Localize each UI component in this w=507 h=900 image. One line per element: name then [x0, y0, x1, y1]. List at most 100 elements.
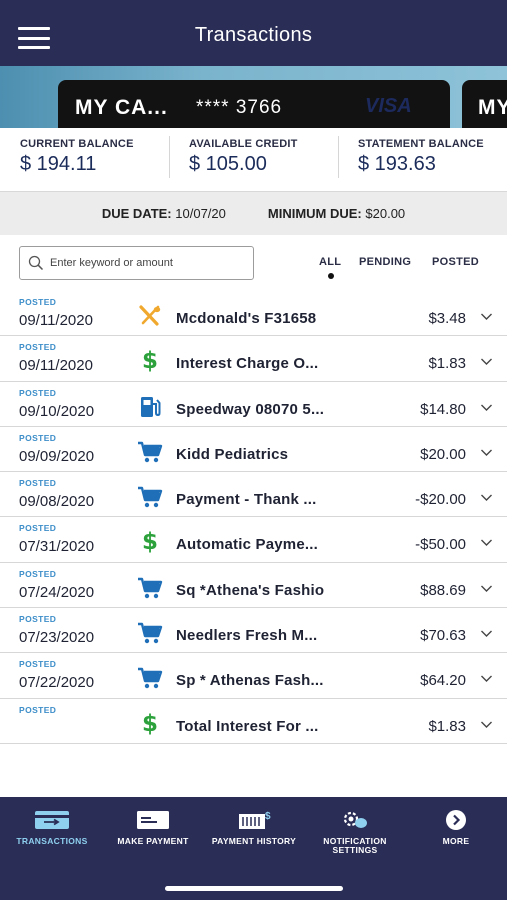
transaction-status: POSTED	[19, 659, 57, 670]
transaction-status: POSTED	[19, 568, 57, 579]
transaction-merchant: Speedway 08070 5...	[176, 400, 325, 418]
transaction-status: POSTED	[19, 478, 57, 489]
svg-text:$: $	[265, 811, 271, 822]
transaction-merchant: Automatic Payme...	[176, 536, 318, 554]
card-brand-logo: VISA	[365, 95, 412, 117]
transaction-date: 09/11/2020	[19, 312, 93, 329]
card-number: **** 3766	[196, 97, 283, 118]
search-box[interactable]	[19, 246, 254, 280]
current-balance-value: $ 194.11	[20, 153, 97, 175]
transaction-row[interactable]: POSTED 09/11/2020 Mcdonald's F31658 $3.48	[0, 291, 507, 337]
payment-history-icon: $	[239, 811, 271, 829]
transaction-row[interactable]: POSTED 09/11/2020 $ Interest Charge O... $1.…	[0, 336, 507, 382]
transaction-amount: $3.48	[428, 310, 466, 327]
nav-transactions[interactable]: TRANSACTIONS	[2, 809, 102, 846]
chevron-down-icon[interactable]	[480, 355, 493, 368]
balance-summary: CURRENT BALANCE $ 194.11 AVAILABLE CREDI…	[0, 128, 507, 191]
dollar-icon: $	[141, 529, 158, 556]
chevron-down-icon[interactable]	[480, 310, 493, 323]
statement-balance-label: STATEMENT BALANCE	[358, 138, 484, 150]
nav-label: PAYMENT HISTORY	[211, 836, 297, 846]
credit-card-next[interactable]: MY	[462, 80, 507, 128]
transaction-amount: $70.63	[420, 627, 466, 645]
nav-label: MAKE PAYMENT	[117, 836, 189, 846]
chevron-down-icon[interactable]	[480, 491, 493, 504]
current-balance: CURRENT BALANCE $ 194.11	[0, 128, 169, 191]
shopping-cart-icon	[136, 485, 164, 509]
transaction-date: 09/08/2020	[19, 493, 95, 511]
page-title: Transactions	[194, 24, 313, 46]
filter-tab-pending[interactable]: PENDING	[359, 256, 411, 268]
chevron-down-icon[interactable]	[480, 718, 493, 731]
transaction-status: POSTED	[19, 297, 57, 307]
nav-label: MORE	[442, 836, 470, 846]
transaction-merchant: Mcdonald's F31658	[176, 310, 317, 327]
nav-more[interactable]: MORE	[406, 809, 506, 846]
transaction-row[interactable]: POSTED 09/08/2020 Payment - Thank ... -$20.…	[0, 472, 507, 518]
search-input[interactable]	[50, 257, 240, 269]
chevron-down-icon[interactable]	[480, 672, 493, 685]
transaction-date: 09/11/2020	[19, 357, 93, 375]
transactions-icon	[35, 811, 69, 829]
selected-filter-indicator	[328, 273, 334, 279]
card-carousel[interactable]: MY CA... **** 3766 VISA MY	[0, 66, 507, 128]
transaction-merchant: Interest Charge O...	[176, 355, 319, 373]
nav-make-payment[interactable]: MAKE PAYMENT	[103, 809, 203, 846]
transaction-date: 07/23/2020	[19, 629, 95, 647]
chevron-down-icon[interactable]	[480, 627, 493, 640]
shopping-cart-icon	[136, 666, 164, 690]
transaction-date: 07/22/2020	[19, 674, 95, 692]
chevron-down-icon[interactable]	[480, 401, 493, 414]
home-indicator	[165, 886, 343, 891]
filter-tab-posted[interactable]: POSTED	[432, 256, 479, 268]
transaction-amount: $1.83	[428, 717, 466, 735]
transaction-row[interactable]: POSTED 07/23/2020 Needlers Fresh M... $70.6…	[0, 608, 507, 654]
transaction-amount: $14.80	[420, 400, 466, 418]
transaction-status: POSTED	[19, 523, 57, 534]
search-icon	[28, 255, 44, 271]
shopping-cart-icon	[136, 440, 164, 464]
gas-station-icon	[136, 395, 164, 419]
transaction-amount: $20.00	[420, 445, 466, 463]
transaction-amount: -$50.00	[415, 536, 466, 554]
transaction-date: 07/24/2020	[19, 583, 95, 601]
available-credit-label: AVAILABLE CREDIT	[189, 138, 298, 150]
transaction-merchant: Total Interest For ...	[176, 717, 319, 735]
transaction-merchant: Kidd Pediatrics	[176, 445, 289, 463]
chevron-down-icon[interactable]	[480, 582, 493, 595]
available-credit-value: $ 105.00	[189, 153, 267, 175]
minimum-due: MINIMUM DUE: $20.00	[267, 206, 406, 221]
transaction-date: 09/09/2020	[19, 447, 95, 465]
notification-settings-icon	[343, 811, 367, 828]
transaction-amount: $64.20	[420, 672, 466, 690]
due-date: DUE DATE: 10/07/20	[101, 206, 226, 221]
more-icon	[446, 810, 466, 830]
shopping-cart-icon	[136, 621, 164, 645]
chevron-down-icon[interactable]	[480, 536, 493, 549]
nav-notification-settings[interactable]: NOTIFICATION SETTINGS	[305, 809, 405, 855]
nav-label: NOTIFICATION SETTINGS	[323, 836, 387, 855]
transaction-merchant: Payment - Thank ...	[176, 491, 317, 509]
transaction-date: 09/10/2020	[19, 402, 95, 420]
credit-card[interactable]: MY CA... **** 3766 VISA	[58, 80, 450, 128]
nav-payment-history[interactable]: $ PAYMENT HISTORY	[204, 809, 304, 846]
current-balance-label: CURRENT BALANCE	[20, 138, 134, 150]
due-info-bar: DUE DATE: 10/07/20 MINIMUM DUE: $20.00	[0, 191, 507, 235]
transaction-status: POSTED	[19, 387, 57, 398]
transaction-merchant: Needlers Fresh M...	[176, 627, 318, 645]
chevron-down-icon[interactable]	[480, 446, 493, 459]
transaction-row[interactable]: POSTED 07/31/2020 $ Automatic Payme... -$50.…	[0, 517, 507, 563]
nav-label: TRANSACTIONS	[16, 836, 88, 846]
transaction-list: POSTED 09/11/2020 Mcdonald's F31658 $3.48 PO…	[0, 291, 507, 744]
transaction-row[interactable]: POSTED $ Total Interest For ... $1.83	[0, 699, 507, 744]
transaction-row[interactable]: POSTED 09/09/2020 Kidd Pediatrics $20.00	[0, 427, 507, 473]
transaction-row[interactable]: POSTED 09/10/2020 Speedway 08070 5... $14.8…	[0, 382, 507, 427]
transaction-row[interactable]: POSTED 07/22/2020 Sp * Athenas Fash... $64.…	[0, 653, 507, 699]
filter-tab-all[interactable]: ALL	[319, 256, 341, 268]
card-name: MY	[478, 96, 507, 119]
dollar-icon: $	[141, 348, 158, 375]
shopping-cart-icon	[136, 576, 164, 600]
transaction-row[interactable]: POSTED 07/24/2020 Sq *Athena's Fashio $88.6…	[0, 563, 507, 609]
dollar-icon: $	[141, 710, 158, 737]
transaction-status: POSTED	[19, 614, 57, 625]
